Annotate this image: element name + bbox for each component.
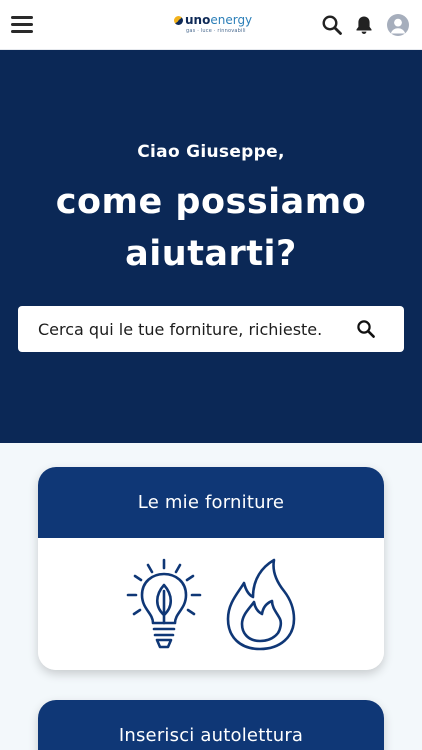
brand-logo[interactable]: unoenergy gas · luce · rinnovabili [172, 13, 252, 39]
flame-icon [226, 558, 296, 651]
search-input[interactable] [38, 306, 348, 352]
app-screen: unoenergy gas · luce · rinnovabili Ciao [0, 0, 422, 750]
bell-icon[interactable] [353, 14, 375, 36]
logo-word-energy: energy [210, 13, 253, 27]
headline: come possiamo aiutarti? [0, 176, 422, 280]
meter-reading-card-title[interactable]: Inserisci autolettura [38, 700, 384, 750]
search-bar[interactable] [18, 306, 404, 352]
meter-reading-card[interactable]: Inserisci autolettura [38, 700, 384, 750]
supplies-card-title[interactable]: Le mie forniture [38, 467, 384, 538]
user-avatar-icon[interactable] [387, 14, 409, 36]
logo-tagline: gas · luce · rinnovabili [186, 28, 246, 34]
search-submit-icon[interactable] [356, 319, 376, 339]
headline-line-1: come possiamo [55, 182, 367, 222]
logo-word-uno: uno [185, 13, 211, 27]
headline-line-2: aiutarti? [125, 234, 297, 274]
top-bar: unoenergy gas · luce · rinnovabili [0, 0, 422, 50]
supplies-card-body [38, 538, 384, 670]
hamburger-menu-icon[interactable] [11, 14, 35, 36]
greeting-text: Ciao Giuseppe, [137, 142, 285, 162]
logo-wordmark: unoenergy [185, 13, 252, 27]
hero-section: Ciao Giuseppe, come possiamo aiutarti? [0, 50, 422, 443]
lightbulb-leaf-icon [126, 558, 202, 649]
logo-mark-icon [174, 16, 183, 25]
search-icon[interactable] [321, 14, 343, 36]
supplies-card[interactable]: Le mie forniture [38, 467, 384, 670]
